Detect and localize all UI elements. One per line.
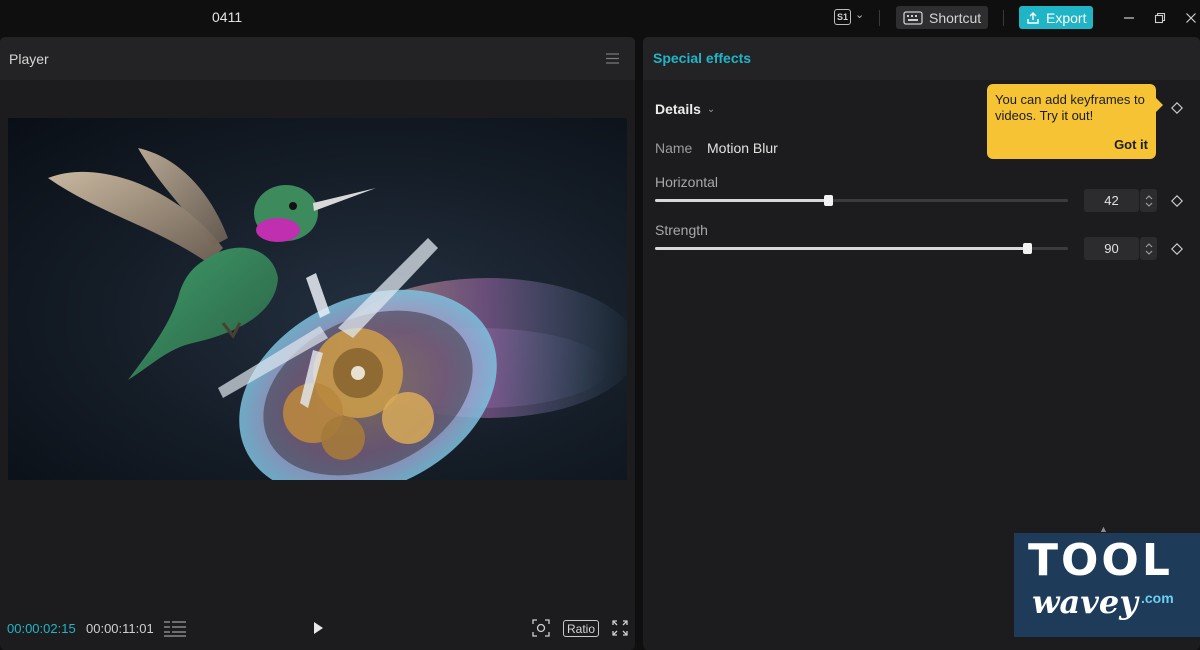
horizontal-label: Horizontal	[655, 174, 719, 190]
toolwavey-watermark: TOOL wavey .com	[1014, 533, 1200, 637]
close-icon[interactable]	[1181, 8, 1200, 28]
slider-handle[interactable]	[824, 195, 834, 206]
crop-icon[interactable]	[532, 619, 550, 637]
shortcut-button[interactable]: Shortcut	[896, 6, 988, 29]
timeline-list-icon[interactable]	[164, 620, 186, 637]
strength-slider[interactable]	[655, 243, 1068, 254]
effect-name-value: Motion Blur	[707, 140, 778, 156]
stepper-icon	[1145, 242, 1152, 255]
ratio-button[interactable]: Ratio	[563, 620, 600, 637]
name-label: Name	[655, 140, 693, 156]
slider-handle[interactable]	[1022, 243, 1032, 254]
title-bar: 0411 S1 ⌄ Shortcut Export	[0, 0, 1200, 36]
divider	[1003, 10, 1004, 26]
chevron-down-icon: ⌄	[706, 103, 716, 115]
video-preview[interactable]	[8, 118, 627, 480]
keyboard-icon	[903, 10, 923, 25]
fullscreen-icon[interactable]	[612, 620, 628, 636]
total-time: 00:00:11:01	[86, 621, 154, 636]
export-button[interactable]: Export	[1019, 6, 1093, 29]
keyframe-diamond-icon[interactable]	[1171, 102, 1183, 114]
tooltip-text: You can add keyframes to videos. Try it …	[995, 92, 1145, 123]
strength-stepper[interactable]	[1140, 237, 1157, 260]
project-title: 0411	[212, 9, 243, 25]
watermark-line3: .com	[1141, 590, 1174, 606]
effects-title[interactable]: Special effects	[653, 50, 751, 66]
slider-fill	[655, 247, 1027, 250]
player-panel: Player 00:00:02:15 00:00:11:01 Ratio	[0, 37, 635, 650]
upload-icon	[1027, 11, 1039, 24]
got-it-button[interactable]: Got it	[1114, 137, 1148, 152]
horizontal-value-input[interactable]: 42	[1084, 189, 1139, 212]
shortcut-label: Shortcut	[929, 9, 982, 26]
keyframe-tooltip: You can add keyframes to videos. Try it …	[987, 84, 1163, 159]
current-time: 00:00:02:15	[7, 621, 76, 636]
details-label: Details	[655, 101, 701, 117]
minimize-icon[interactable]	[1119, 8, 1139, 28]
player-title: Player	[9, 51, 49, 67]
play-icon[interactable]	[311, 621, 325, 635]
layout-badge[interactable]: S1	[834, 9, 851, 25]
export-label: Export	[1046, 9, 1087, 26]
watermark-line2: wavey	[1032, 583, 1138, 621]
keyframe-diamond-icon[interactable]	[1171, 195, 1183, 207]
details-section-toggle[interactable]: Details ⌄	[655, 101, 715, 117]
watermark-line1: TOOL	[1028, 535, 1173, 586]
keyframe-diamond-icon[interactable]	[1171, 243, 1183, 255]
hummingbird-clock-image	[48, 148, 627, 480]
slider-fill	[655, 199, 829, 202]
player-header: Player	[0, 37, 635, 80]
chevron-down-icon[interactable]: ⌄	[855, 8, 864, 21]
horizontal-stepper[interactable]	[1140, 189, 1157, 212]
strength-value-input[interactable]: 90	[1084, 237, 1139, 260]
strength-label: Strength	[655, 222, 708, 238]
divider	[879, 10, 880, 26]
menu-icon[interactable]	[606, 53, 619, 64]
restore-icon[interactable]	[1150, 8, 1170, 28]
horizontal-slider[interactable]	[655, 195, 1068, 206]
effects-header: Special effects	[643, 37, 1200, 80]
stepper-icon	[1145, 194, 1152, 207]
